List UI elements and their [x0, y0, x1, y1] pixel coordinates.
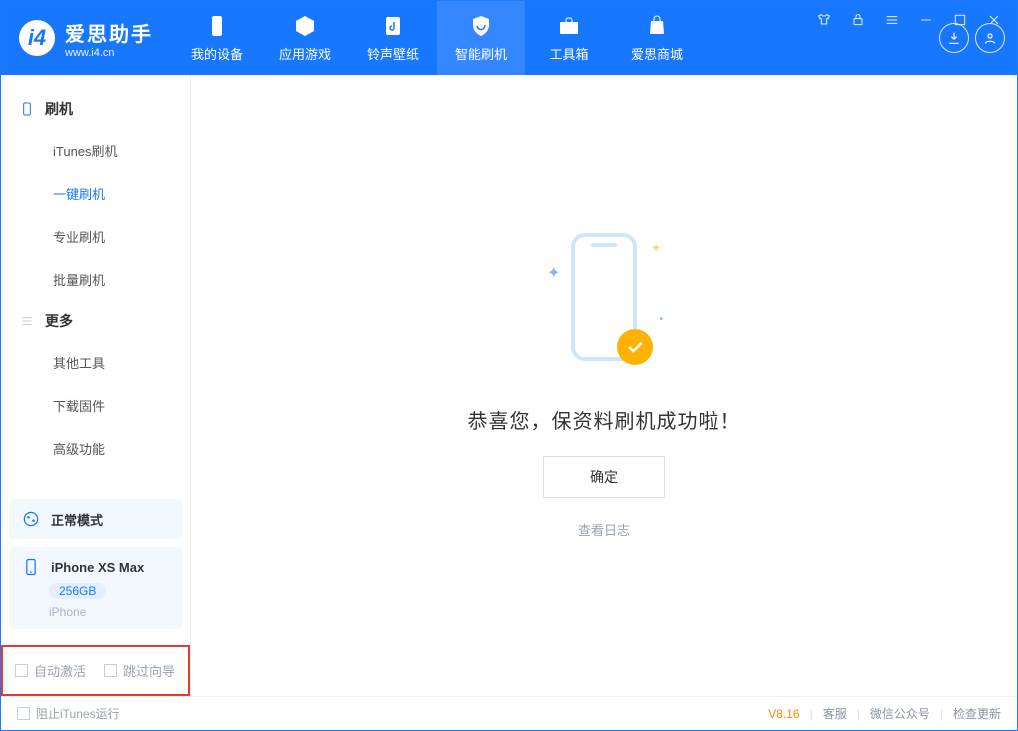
sidebar-item-batch-flash[interactable]: 批量刷机 [1, 258, 190, 301]
checkbox-auto-activate[interactable]: 自动激活 [15, 661, 86, 680]
sidebar-group-more: 更多 [1, 301, 190, 341]
briefcase-icon [557, 14, 581, 38]
app-name-en: www.i4.cn [65, 47, 153, 59]
sidebar-item-itunes-flash[interactable]: iTunes刷机 [1, 129, 190, 172]
checkbox-block-itunes[interactable]: 阻止iTunes运行 [17, 705, 120, 722]
nav-label: 应用游戏 [279, 44, 331, 63]
main-content: ✦ ✦ • 恭喜您，保资料刷机成功啦！ 确定 查看日志 [191, 75, 1017, 696]
sparkle-icon: ✦ [651, 241, 661, 255]
nav-apps-games[interactable]: 应用游戏 [261, 1, 349, 75]
nav-label: 爱思商城 [631, 44, 683, 63]
titlebar: i4 爱思助手 www.i4.cn 我的设备 应用游戏 铃声壁纸 智能刷机 [1, 1, 1017, 75]
checkbox-icon [104, 664, 117, 677]
device-card[interactable]: iPhone XS Max 256GB iPhone [9, 547, 182, 629]
nav-label: 铃声壁纸 [367, 44, 419, 63]
sidebar-item-advanced[interactable]: 高级功能 [1, 427, 190, 470]
sparkle-icon: ✦ [547, 263, 560, 283]
status-link-update[interactable]: 检查更新 [953, 705, 1001, 722]
nav-store[interactable]: 爱思商城 [613, 1, 701, 75]
window-controls-row [811, 7, 1007, 33]
app-window: i4 爱思助手 www.i4.cn 我的设备 应用游戏 铃声壁纸 智能刷机 [0, 0, 1018, 731]
checkbox-label: 跳过向导 [123, 661, 175, 680]
checkbox-icon [15, 664, 28, 677]
cube-icon [293, 14, 317, 38]
device-name: iPhone XS Max [51, 560, 144, 575]
highlighted-options-box: 自动激活 跳过向导 [1, 645, 190, 696]
phone-icon [205, 14, 229, 38]
group-title: 更多 [45, 311, 73, 331]
logo: i4 爱思助手 www.i4.cn [1, 1, 173, 75]
status-link-support[interactable]: 客服 [823, 705, 847, 722]
device-type: iPhone [49, 605, 86, 619]
status-link-wechat[interactable]: 微信公众号 [870, 705, 930, 722]
mode-icon [21, 509, 41, 529]
checkbox-icon [17, 707, 30, 720]
statusbar-right: V8.16 | 客服 | 微信公众号 | 检查更新 [768, 705, 1001, 722]
logo-icon: i4 [19, 20, 55, 56]
list-icon [19, 313, 35, 329]
checkbox-skip-wizard[interactable]: 跳过向导 [104, 661, 175, 680]
close-icon[interactable] [981, 7, 1007, 33]
sidebar-item-pro-flash[interactable]: 专业刷机 [1, 215, 190, 258]
maximize-icon[interactable] [947, 7, 973, 33]
menu-icon[interactable] [879, 7, 905, 33]
refresh-shield-icon [469, 14, 493, 38]
minimize-icon[interactable] [913, 7, 939, 33]
nav-label: 智能刷机 [455, 44, 507, 63]
logo-text: 爱思助手 www.i4.cn [65, 18, 153, 59]
nav-ringtones[interactable]: 铃声壁纸 [349, 1, 437, 75]
success-illustration: ✦ ✦ • [549, 233, 659, 383]
bag-icon [645, 14, 669, 38]
tshirt-icon[interactable] [811, 7, 837, 33]
nav-label: 我的设备 [191, 44, 243, 63]
device-phone-icon [21, 557, 41, 577]
mode-label: 正常模式 [51, 510, 103, 529]
top-nav: 我的设备 应用游戏 铃声壁纸 智能刷机 工具箱 爱思商城 [173, 1, 701, 75]
mode-card[interactable]: 正常模式 [9, 499, 182, 539]
sidebar-bottom: 正常模式 iPhone XS Max 256GB iPhone [1, 491, 190, 645]
app-name-cn: 爱思助手 [65, 18, 153, 47]
sidebar: 刷机 iTunes刷机 一键刷机 专业刷机 批量刷机 更多 其他工具 下载固件 … [1, 75, 191, 696]
statusbar: 阻止iTunes运行 V8.16 | 客服 | 微信公众号 | 检查更新 [1, 696, 1017, 730]
nav-my-device[interactable]: 我的设备 [173, 1, 261, 75]
nav-toolbox[interactable]: 工具箱 [525, 1, 613, 75]
sidebar-item-other-tools[interactable]: 其他工具 [1, 341, 190, 384]
sidebar-item-oneclick-flash[interactable]: 一键刷机 [1, 172, 190, 215]
sidebar-group-flash: 刷机 [1, 89, 190, 129]
sidebar-item-download-firmware[interactable]: 下载固件 [1, 384, 190, 427]
lock-icon[interactable] [845, 7, 871, 33]
version-label: V8.16 [768, 707, 799, 721]
body: 刷机 iTunes刷机 一键刷机 专业刷机 批量刷机 更多 其他工具 下载固件 … [1, 75, 1017, 696]
ok-button[interactable]: 确定 [543, 456, 665, 498]
checkbox-label: 阻止iTunes运行 [36, 705, 120, 722]
checkbox-label: 自动激活 [34, 661, 86, 680]
group-title: 刷机 [45, 99, 73, 119]
check-badge-icon [617, 329, 653, 365]
success-message: 恭喜您，保资料刷机成功啦！ [468, 405, 741, 434]
nav-label: 工具箱 [549, 44, 588, 63]
sparkle-icon: • [659, 314, 663, 325]
sidebar-scroll: 刷机 iTunes刷机 一键刷机 专业刷机 批量刷机 更多 其他工具 下载固件 … [1, 75, 190, 491]
view-log-link[interactable]: 查看日志 [578, 520, 630, 539]
phone-small-icon [19, 101, 35, 117]
nav-smart-flash[interactable]: 智能刷机 [437, 1, 525, 75]
music-file-icon [381, 14, 405, 38]
device-storage: 256GB [49, 583, 106, 599]
